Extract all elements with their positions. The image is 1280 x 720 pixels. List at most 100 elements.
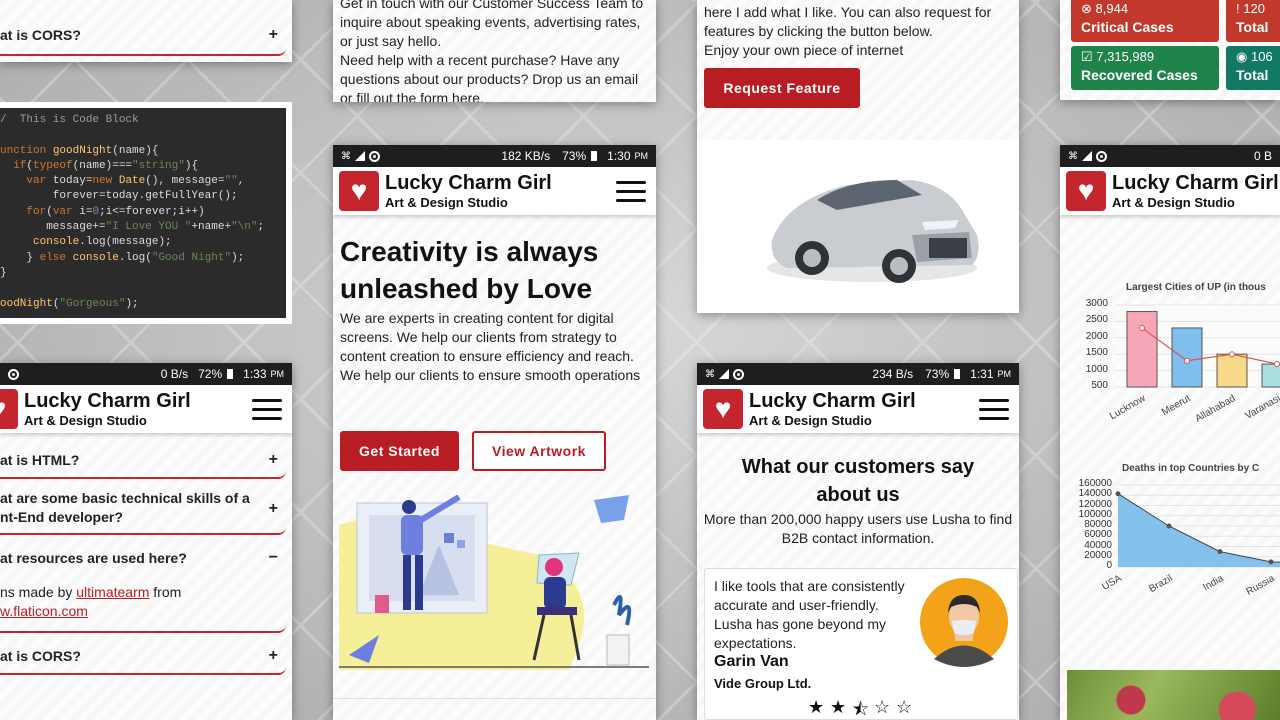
bar <box>1126 311 1158 388</box>
brand-title: Lucky Charm Girl <box>1112 172 1279 194</box>
right-phone: ⌘ 0 B ♥ Lucky Charm Girl Art & Design Stu… <box>1060 145 1280 720</box>
faq-question: at are some basic technical skills of a <box>0 490 250 506</box>
answer-text: ns made by <box>0 584 73 600</box>
status-bar: ⌘ 234 B/s 73% 1:31 PM <box>697 363 1019 385</box>
alert-icon: ! <box>1236 1 1240 16</box>
stat-card-critical: ⊗ 8,944 Critical Cases <box>1071 0 1219 42</box>
center-phone: ⌘ 182 KB/s 73% 1:30 PM ♥ Lucky Charm Girl… <box>333 145 656 720</box>
line-point <box>1184 357 1190 364</box>
notification-icon: ⌘ <box>1068 150 1078 162</box>
line-point <box>1268 559 1274 565</box>
hero-illustration <box>339 495 649 670</box>
faq-item[interactable]: at is CORS? + <box>0 639 286 675</box>
faq-item-expanded[interactable]: at resources are used here? − <box>0 540 286 576</box>
code-comment: / This is Code Block <box>0 114 139 126</box>
contact-text: Get in touch with our Customer Success T… <box>340 0 644 102</box>
center-phone-top: Get in touch with our Customer Success T… <box>333 0 656 102</box>
faq-item[interactable]: at is HTML? + <box>0 443 286 479</box>
star-icon: ★ <box>808 697 825 717</box>
flower-image <box>1067 670 1280 720</box>
eye-icon: ◉ <box>1236 49 1248 64</box>
hamburger-menu-icon[interactable] <box>979 398 1009 420</box>
plus-icon: + <box>268 26 278 43</box>
site-header: ♥ Lucky Charm GirlArt & Design Studio <box>697 385 1019 433</box>
testimonial-text: I like tools that are consistently accur… <box>714 578 905 651</box>
battery-icon <box>591 151 598 161</box>
answer-text: from <box>153 584 182 600</box>
stat-value: 106 <box>1250 49 1273 64</box>
wifi-icon <box>369 150 380 162</box>
hamburger-menu-icon[interactable] <box>252 398 282 420</box>
battery-level: 72% <box>198 367 223 381</box>
stat-label: Recovered Cases <box>1081 67 1198 83</box>
wifi-icon <box>1096 150 1107 162</box>
battery-icon <box>954 369 961 379</box>
plus-icon: + <box>268 451 278 468</box>
clock-ampm: PM <box>270 369 285 379</box>
bar <box>1216 353 1248 388</box>
testimonial-company: Vide Group Ltd. <box>714 676 812 691</box>
plus-icon: + <box>268 499 278 517</box>
section-title: What our customers say about us <box>741 456 975 506</box>
chart-2: Deaths in top Countries by C 160000 14000… <box>1060 450 1280 625</box>
status-bar: 0 B/s 72% 1:33 PM <box>0 363 292 385</box>
hamburger-menu-icon[interactable] <box>616 180 646 202</box>
brand-subtitle: Art & Design Studio <box>749 413 872 428</box>
network-speed: 234 B/s <box>872 367 914 381</box>
check-square-icon: ☑ <box>1081 49 1093 64</box>
right-phone-top: ⊗ 8,944 Critical Cases ! 120 Total ☑ 7,3… <box>1060 0 1280 100</box>
battery-level: 73% <box>925 367 950 381</box>
clock: 1:31 <box>970 367 994 381</box>
network-speed: 0 B/s <box>160 367 189 381</box>
heart-logo-icon[interactable]: ♥ <box>339 171 379 211</box>
network-speed: 0 B <box>1253 149 1272 163</box>
faq-item[interactable]: at is CORS? + <box>0 16 286 56</box>
clock: 1:30 <box>607 149 631 163</box>
stat-card-recovered: ☑ 7,315,989 Recovered Cases <box>1071 46 1219 90</box>
plus-icon: + <box>268 647 278 664</box>
stat-label: Critical Cases <box>1081 19 1174 35</box>
heart-logo-icon[interactable]: ♥ <box>0 389 18 429</box>
notification-icon: ⌘ <box>341 150 351 162</box>
close-circle-icon: ⊗ <box>1081 1 1092 16</box>
brand-title: Lucky Charm Girl <box>24 390 191 412</box>
faq-item[interactable]: at are some basic technical skills of a n… <box>0 483 286 535</box>
left-phone: 0 B/s 72% 1:33PM ♥ Lucky Charm GirlArt &… <box>0 363 292 720</box>
get-started-button[interactable]: Get Started <box>340 431 459 471</box>
request-feature-button[interactable]: Request Feature <box>704 68 860 108</box>
heart-logo-icon[interactable]: ♥ <box>703 389 743 429</box>
brand-title: Lucky Charm Girl <box>385 172 552 194</box>
section-divider <box>333 698 656 699</box>
clock: 1:33 <box>243 367 267 381</box>
testimonial-name: Garin Van <box>714 653 789 670</box>
stat-card-total: ◉ 106 Total <box>1226 46 1280 90</box>
line-point <box>1166 523 1172 529</box>
view-artwork-button[interactable]: View Artwork <box>472 431 606 471</box>
stat-label: Total <box>1236 67 1269 83</box>
faq-question: at resources are used here? <box>0 550 187 566</box>
right-center-phone: ⌘ 234 B/s 73% 1:31 PM ♥ Lucky Charm Girl A… <box>697 363 1019 720</box>
brand-subtitle: Art & Design Studio <box>1112 195 1235 210</box>
bar <box>1171 327 1203 388</box>
flaticon-link[interactable]: w.flaticon.com <box>0 603 88 619</box>
stat-value: 120 <box>1243 1 1265 16</box>
stat-card-total: ! 120 Total <box>1226 0 1280 42</box>
left-phone-top: at is CORS? + <box>0 0 292 62</box>
clock-ampm: PM <box>634 151 649 161</box>
bar <box>1261 363 1280 388</box>
code-block: / This is Code Block unction goodNight(n… <box>0 108 286 318</box>
stat-value: 8,944 <box>1095 1 1129 16</box>
empty-star-icon: ☆ <box>874 697 891 717</box>
battery-icon <box>227 369 234 379</box>
feature-request-text: here I add what I like. You can also req… <box>704 4 992 58</box>
brand-title: Lucky Charm Girl <box>749 390 916 412</box>
signal-icon <box>719 369 729 379</box>
testimonial-card: I like tools that are consistently accur… <box>704 568 1018 720</box>
faq-question: at is HTML? <box>0 452 80 468</box>
faq-question: at is CORS? <box>0 27 81 43</box>
brand-subtitle: Art & Design Studio <box>385 195 508 210</box>
chart-1: Largest Cities of UP (in thous 3000 2500 2… <box>1060 270 1280 440</box>
heart-logo-icon[interactable]: ♥ <box>1066 171 1106 211</box>
ultimatearm-link[interactable]: ultimatearm <box>76 584 149 600</box>
car-image-container <box>697 140 1019 313</box>
